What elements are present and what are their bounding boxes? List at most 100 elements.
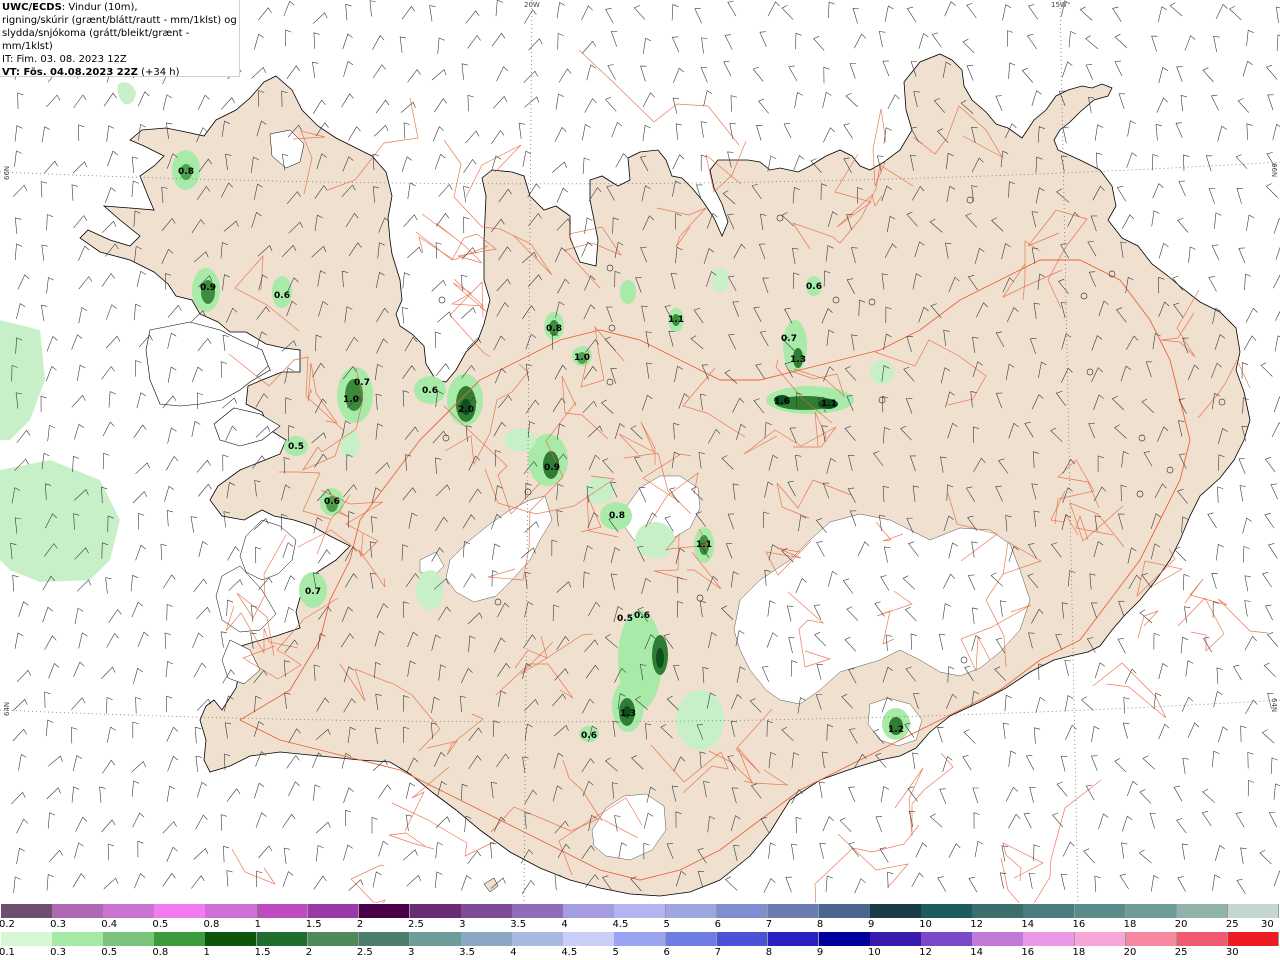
wind-barb (1116, 185, 1127, 202)
faxafloi-bay (239, 519, 297, 581)
wind-barb (1262, 571, 1272, 588)
wind-barb (285, 29, 292, 47)
precip-value-label: 1.1 (696, 540, 712, 550)
wind-barb (1031, 90, 1042, 107)
wind-barb (700, 66, 708, 83)
wind-barb (848, 786, 856, 803)
wind-barb (729, 122, 736, 139)
wind-barb (131, 156, 139, 174)
rain-legend-tick-label: 5 (612, 947, 619, 958)
wind-barb (828, 1, 835, 19)
wind-barb (918, 33, 929, 49)
wind-barb (1217, 486, 1224, 503)
wind-barb (1271, 422, 1280, 438)
wind-barb (1210, 94, 1219, 111)
wind-barb (1153, 632, 1160, 650)
wind-barb (1212, 874, 1221, 891)
wind-barb (1068, 30, 1077, 48)
road (388, 832, 435, 850)
wind-barb (1064, 695, 1074, 712)
wind-barb (555, 93, 564, 110)
wind-barb (191, 420, 201, 438)
snow-legend-tick-label: 0.2 (0, 919, 15, 930)
wind-barb (795, 816, 802, 834)
rain-legend-color-cell (716, 932, 769, 946)
wind-barb (1056, 781, 1068, 797)
rain-legend-tick-label: 30 (1225, 947, 1239, 958)
rain-legend-tick-label: 8 (765, 947, 773, 958)
wind-barb (167, 427, 177, 444)
wind-barb (966, 65, 974, 81)
wind-barb (166, 785, 176, 803)
wind-barb (71, 727, 78, 744)
road (1000, 779, 1102, 903)
wind-barb (880, 786, 890, 803)
wind-barb (198, 541, 208, 558)
wind-barb (166, 726, 179, 742)
rain-legend-color-cell (205, 932, 258, 946)
rain-legend-color-cell (256, 932, 309, 946)
wind-barb (74, 607, 84, 625)
wind-barb (767, 1, 780, 17)
wind-barb (348, 126, 361, 141)
rain-legend-tick-label: 3 (407, 947, 415, 958)
station-circle (438, 296, 446, 304)
road (421, 213, 482, 263)
snow-legend-color-cell (52, 904, 104, 918)
rain-legend-tick-label: 1.5 (254, 947, 271, 958)
wind-barb (672, 154, 685, 170)
wind-barb (966, 3, 977, 19)
wind-barb (48, 663, 60, 679)
wind-barb (133, 667, 143, 684)
wind-barb (1027, 33, 1037, 50)
wind-barb (1202, 788, 1215, 803)
wind-barb (1028, 4, 1038, 20)
rain-legend-color-cell (103, 932, 155, 946)
wind-barb (403, 214, 418, 227)
road (1092, 662, 1167, 719)
precip-value-label: 0.7 (781, 334, 797, 344)
wind-barb (257, 7, 272, 21)
wind-barb (162, 94, 173, 111)
wind-barb (1158, 663, 1168, 680)
wind-barb (1151, 210, 1160, 227)
wind-barb (1178, 180, 1186, 197)
wind-barb (1062, 126, 1069, 143)
wind-barb (581, 241, 593, 257)
snow-legend-color-cell (512, 904, 564, 918)
wind-barb (1180, 95, 1187, 112)
wind-barb (251, 66, 266, 79)
wind-barb (785, 876, 792, 893)
wind-barb (220, 97, 236, 110)
wind-barb (101, 666, 116, 680)
wind-barb (16, 847, 25, 864)
wind-barb (106, 697, 113, 714)
wind-barb (962, 38, 975, 54)
wind-barb (190, 516, 197, 533)
wind-barb (584, 98, 597, 113)
wind-barb (783, 122, 792, 139)
wind-barb (138, 512, 145, 530)
lat-label-64n-left: 64N (3, 701, 11, 716)
wind-barb (1245, 307, 1258, 323)
wind-barb (465, 10, 480, 24)
wind-barb (44, 691, 51, 709)
wind-barb (254, 782, 265, 799)
wind-barb (437, 311, 452, 323)
wind-barb (839, 817, 852, 833)
wind-barb (878, 31, 886, 48)
wind-barb (1213, 691, 1223, 708)
snow-legend-color-cell (1176, 904, 1229, 918)
wind-barb (1265, 183, 1278, 198)
wind-barb (135, 462, 150, 475)
wind-barb (44, 160, 59, 174)
sea-precip-area (0, 320, 45, 440)
wind-barb (1272, 123, 1280, 140)
wind-barb (103, 877, 119, 890)
wind-barb (102, 759, 116, 774)
wind-barb (166, 510, 174, 527)
wind-barb (584, 217, 593, 234)
wind-barb (823, 66, 830, 84)
snow-legend-color-cell (358, 904, 411, 918)
wind-barb (258, 845, 273, 859)
